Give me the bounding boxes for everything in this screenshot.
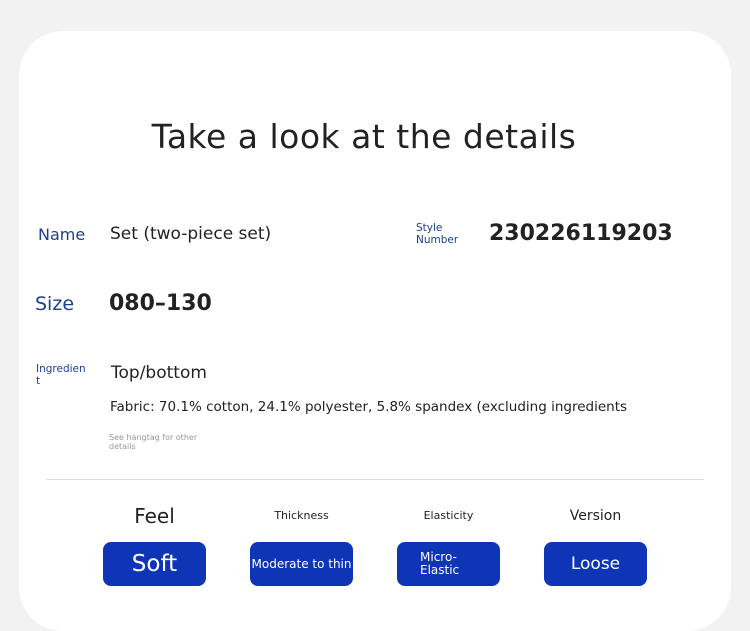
elasticity-value-badge: Micro- Elastic bbox=[397, 542, 500, 586]
style-number-label: Style Number bbox=[416, 222, 459, 246]
hangtag-note: See hangtag for other details bbox=[109, 433, 198, 451]
ingredient-label: Ingredient bbox=[36, 363, 86, 387]
size-label: Size bbox=[35, 293, 75, 315]
fabric-composition: Fabric: 70.1% cotton, 24.1% polyester, 5… bbox=[110, 399, 628, 415]
divider bbox=[46, 479, 704, 480]
feel-value: Soft bbox=[131, 551, 178, 577]
thickness-value-badge: Moderate to thin bbox=[250, 542, 353, 586]
version-value: Loose bbox=[570, 554, 621, 574]
version-value-badge: Loose bbox=[544, 542, 647, 586]
name-value: Set (two-piece set) bbox=[110, 224, 272, 244]
page-title: Take a look at the details bbox=[151, 117, 577, 156]
ingredient-heading: Top/bottom bbox=[111, 363, 207, 383]
feel-value-badge: Soft bbox=[103, 542, 206, 586]
thickness-label: Thickness bbox=[274, 509, 329, 522]
elasticity-label: Elasticity bbox=[423, 509, 474, 522]
thickness-value: Moderate to thin bbox=[251, 557, 352, 571]
name-label: Name bbox=[38, 225, 86, 244]
feel-label: Feel bbox=[134, 504, 175, 528]
version-label: Version bbox=[569, 508, 622, 524]
size-value: 080–130 bbox=[109, 291, 212, 316]
style-number-value: 230226119203 bbox=[489, 221, 673, 246]
elasticity-value: Micro- Elastic bbox=[420, 550, 460, 577]
